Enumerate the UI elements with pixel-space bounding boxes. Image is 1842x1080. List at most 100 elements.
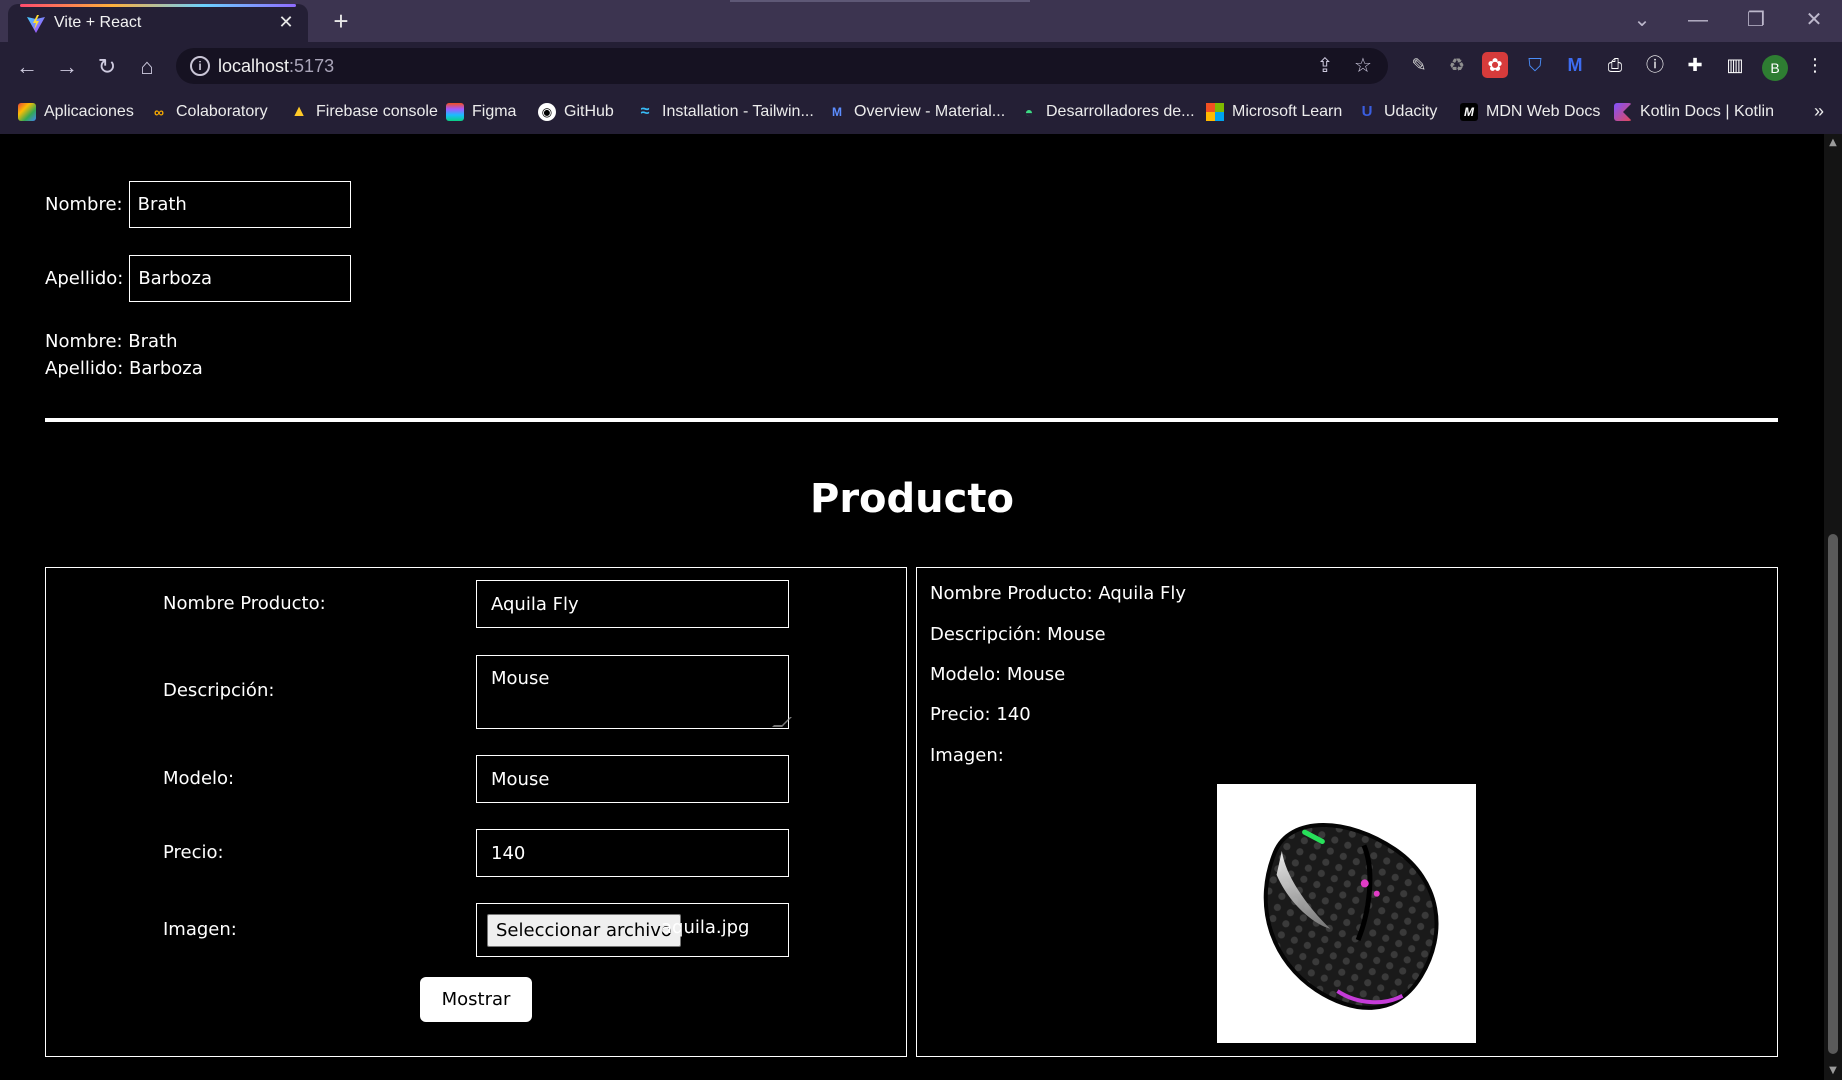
github-icon: ◉ — [538, 103, 556, 121]
extension-shield-icon[interactable]: ⛉ — [1522, 52, 1548, 78]
bookmark-label: Firebase console — [316, 103, 438, 120]
mouse-image-icon — [1263, 823, 1439, 1010]
product-name-input[interactable] — [476, 580, 789, 628]
vite-logo-icon — [27, 15, 45, 33]
bookmark-star-icon[interactable]: ☆ — [1352, 55, 1374, 77]
image-label: Imagen: — [163, 919, 237, 940]
material-icon: M — [832, 105, 842, 119]
tab-accent-line — [20, 4, 296, 7]
bookmark-label: Kotlin Docs | Kotlin — [1640, 103, 1774, 120]
bookmark-label: Figma — [472, 103, 517, 120]
product-name-label: Nombre Producto: — [163, 593, 326, 614]
tailwind-icon: ≈ — [640, 103, 650, 120]
extension-pen-icon[interactable]: ✎ — [1406, 52, 1432, 78]
bookmark-mdn[interactable]: M MDN Web Docs — [1460, 101, 1600, 123]
nombre-input[interactable] — [128, 181, 351, 228]
browser-tab-active[interactable]: Vite + React ✕ — [8, 4, 308, 42]
mdn-icon: M — [1460, 103, 1478, 121]
bookmark-material[interactable]: M Overview - Material... — [828, 101, 1005, 123]
extension-m-icon[interactable]: M — [1562, 52, 1588, 78]
bookmark-tailwind[interactable]: ≈ Installation - Tailwin... — [636, 101, 814, 123]
bookmark-udacity[interactable]: U Udacity — [1358, 101, 1438, 123]
display-price: Precio: 140 — [930, 704, 1031, 725]
bookmark-firebase[interactable]: ▲ Firebase console — [290, 101, 438, 123]
colab-icon: ∞ — [154, 104, 164, 120]
page-viewport: Nombre: Apellido: Nombre: Brath Apellido… — [0, 134, 1842, 1080]
page-scrollbar[interactable]: ▲ ▼ — [1824, 134, 1842, 1080]
scrollbar-thumb[interactable] — [1828, 534, 1838, 1054]
browser-menu-icon[interactable]: ⋮ — [1802, 52, 1828, 78]
nombre-output: Nombre: Brath — [45, 331, 178, 352]
product-section-title: Producto — [810, 476, 1014, 522]
bookmark-label: Microsoft Learn — [1232, 103, 1343, 120]
url-host: localhost — [218, 56, 290, 76]
nombre-label: Nombre: — [45, 194, 123, 215]
display-product-name: Nombre Producto: Aquila Fly — [930, 583, 1186, 604]
tab-title: Vite + React — [54, 14, 142, 31]
bookmark-label: Desarrolladores de... — [1046, 103, 1195, 120]
extension-circle-icon[interactable]: ⓘ — [1642, 52, 1668, 78]
bookmark-label: Udacity — [1384, 103, 1438, 120]
nombre-row: Nombre: — [45, 181, 351, 228]
bookmarks-overflow-icon[interactable]: » — [1814, 101, 1824, 122]
file-input[interactable]: Seleccionar archivo aquila.jpg — [476, 903, 789, 957]
new-tab-icon[interactable]: + — [326, 6, 356, 36]
bookmark-colaboratory[interactable]: ∞ Colaboratory — [150, 101, 268, 123]
bookmark-label: Overview - Material... — [854, 103, 1006, 120]
tab-close-icon[interactable]: ✕ — [274, 10, 298, 34]
side-panel-icon[interactable]: ▥ — [1722, 52, 1748, 78]
section-divider — [45, 418, 1778, 422]
extension-save-icon[interactable]: ⎙ — [1602, 52, 1628, 78]
price-label: Precio: — [163, 842, 224, 863]
extension-recycle-icon[interactable]: ♻ — [1444, 52, 1470, 78]
site-info-icon[interactable]: i — [190, 56, 210, 76]
model-input[interactable] — [476, 755, 789, 803]
bookmark-microsoft-learn[interactable]: Microsoft Learn — [1206, 101, 1342, 123]
android-icon: ◓ — [1024, 104, 1034, 120]
bookmark-figma[interactable]: Figma — [446, 101, 516, 123]
price-input[interactable] — [476, 829, 789, 877]
bookmark-android[interactable]: ◓ Desarrolladores de... — [1020, 101, 1195, 123]
reload-icon[interactable]: ↻ — [92, 52, 122, 82]
browser-titlebar: Vite + React ✕ + ⌄ — ❐ ✕ — [0, 0, 1842, 42]
extension-red-icon[interactable]: ✿ — [1482, 52, 1508, 78]
bookmarks-bar: Aplicaciones ∞ Colaboratory ▲ Firebase c… — [0, 90, 1842, 134]
share-icon[interactable]: ⇪ — [1314, 55, 1336, 77]
product-image — [1217, 784, 1476, 1043]
bookmark-label: Aplicaciones — [44, 103, 134, 120]
description-textarea[interactable]: Mouse — [476, 655, 789, 729]
description-label: Descripción: — [163, 680, 275, 701]
back-icon[interactable]: ← — [12, 52, 42, 82]
bookmark-label: GitHub — [564, 103, 614, 120]
firebase-icon: ▲ — [291, 103, 307, 120]
address-url[interactable]: localhost:5173 — [218, 56, 334, 77]
model-label: Modelo: — [163, 768, 235, 789]
description-wrapper: Mouse — [476, 655, 792, 729]
display-model: Modelo: Mouse — [930, 664, 1066, 685]
choose-file-button[interactable]: Seleccionar archivo — [487, 914, 681, 947]
bookmark-aplicaciones[interactable]: Aplicaciones — [18, 101, 134, 123]
title-drag-indicator — [730, 0, 1030, 2]
forward-icon[interactable]: → — [52, 52, 82, 82]
apellido-input[interactable] — [129, 255, 352, 302]
url-port: :5173 — [289, 56, 335, 76]
profile-avatar[interactable]: B — [1762, 55, 1788, 81]
browser-toolbar: ← → ↻ ⌂ i localhost:5173 ⇪ ☆ ✎ ♻ ✿ ⛉ M ⎙… — [0, 42, 1842, 90]
tab-search-chevron-icon[interactable]: ⌄ — [1614, 0, 1670, 40]
mostrar-button[interactable]: Mostrar — [420, 977, 532, 1022]
extensions-puzzle-icon[interactable]: ✚ — [1682, 52, 1708, 78]
home-icon[interactable]: ⌂ — [132, 52, 162, 82]
kotlin-icon — [1614, 103, 1632, 121]
bookmark-label: Installation - Tailwin... — [662, 103, 814, 120]
minimize-icon[interactable]: — — [1670, 0, 1726, 40]
bookmark-kotlin[interactable]: Kotlin Docs | Kotlin — [1614, 101, 1774, 123]
bookmark-label: MDN Web Docs — [1486, 103, 1601, 120]
restore-icon[interactable]: ❐ — [1728, 0, 1784, 40]
selected-file-name: aquila.jpg — [661, 917, 750, 938]
scroll-down-icon[interactable]: ▼ — [1824, 1062, 1842, 1080]
bookmark-label: Colaboratory — [176, 103, 268, 120]
window-close-icon[interactable]: ✕ — [1786, 0, 1842, 40]
address-bar[interactable]: i localhost:5173 ⇪ ☆ — [176, 48, 1388, 84]
scroll-up-icon[interactable]: ▲ — [1824, 134, 1842, 152]
bookmark-github[interactable]: ◉ GitHub — [538, 101, 614, 123]
